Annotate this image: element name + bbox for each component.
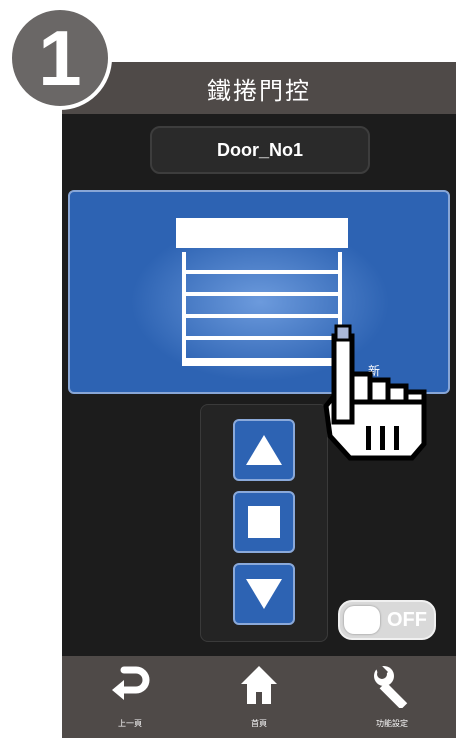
nav-back-label: 上一頁 — [118, 719, 142, 728]
nav-settings-label: 功能設定 — [376, 719, 408, 728]
square-stop-icon — [248, 506, 280, 538]
door-name-label: Door_No1 — [216, 139, 303, 160]
home-icon — [241, 666, 277, 704]
door-stop-button[interactable] — [233, 491, 295, 553]
triangle-up-icon — [246, 435, 282, 465]
shutter-housing — [176, 218, 348, 248]
toggle-state-label: OFF — [387, 608, 427, 631]
triangle-down-icon — [246, 579, 282, 609]
wrench-icon — [374, 666, 408, 708]
toggle-knob — [344, 606, 380, 634]
door-down-button[interactable] — [233, 563, 295, 625]
nav-settings-button[interactable]: 功能設定 — [344, 664, 440, 734]
pointing-hand-cursor-icon — [323, 324, 427, 461]
nav-home-button[interactable]: 首頁 — [211, 664, 307, 734]
bottom-navigation: 上一頁 首頁 功能設定 — [62, 656, 456, 738]
title-bar: 鐵捲門控 — [62, 62, 456, 114]
page-title: 鐵捲門控 — [207, 76, 311, 105]
door-control-group — [200, 404, 328, 642]
return-arrow-icon — [112, 666, 150, 700]
nav-back-button[interactable]: 上一頁 — [82, 664, 178, 734]
nav-home-label: 首頁 — [251, 719, 267, 728]
door-up-button[interactable] — [233, 419, 295, 481]
door-name-display: Door_No1 — [150, 126, 370, 174]
power-toggle[interactable]: OFF — [338, 600, 436, 640]
step-number-badge: 1 — [8, 6, 112, 110]
